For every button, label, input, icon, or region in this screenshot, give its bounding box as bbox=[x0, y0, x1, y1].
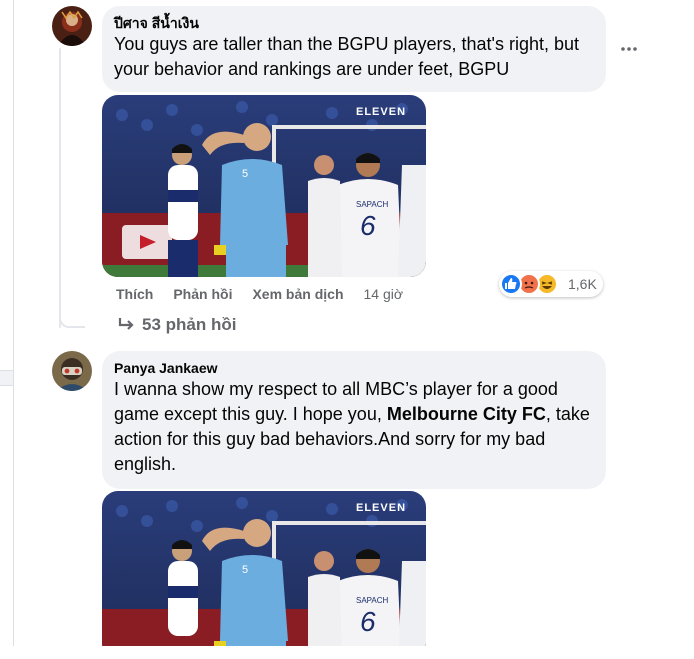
player-number: 5 bbox=[242, 168, 248, 180]
reply-arrow-icon bbox=[118, 318, 134, 330]
avatar[interactable] bbox=[52, 351, 92, 391]
like-icon bbox=[500, 273, 522, 295]
reaction-summary[interactable]: 1,6K bbox=[499, 271, 603, 297]
thread-connector bbox=[59, 300, 85, 328]
view-replies-button[interactable]: 53 phản hồi bbox=[118, 315, 236, 335]
comment-bubble: ปีศาจ สีน้ำเงิน You guys are taller than… bbox=[102, 6, 606, 92]
jersey-name: SAPACH bbox=[356, 200, 389, 209]
comment-image[interactable]: 5 SAPACH 6 ELEVEN bbox=[102, 491, 426, 659]
thread-line bbox=[59, 48, 61, 328]
replies-count-label: 53 phản hồi bbox=[142, 315, 237, 334]
football-photo: 5 SAPACH 6 ELEVEN bbox=[102, 491, 426, 659]
jersey-name: SAPACH bbox=[356, 596, 389, 605]
left-rail-divider bbox=[0, 370, 13, 386]
comment-author[interactable]: Panya Jankaew bbox=[114, 359, 594, 377]
tv-watermark: ELEVEN bbox=[356, 106, 406, 118]
avatar-image bbox=[52, 6, 92, 46]
translate-button[interactable]: Xem bản dịch bbox=[252, 286, 343, 302]
comment-bubble: Panya Jankaew I wanna show my respect to… bbox=[102, 351, 606, 489]
comment-image[interactable]: 5 SAPACH 6 ELEVEN bbox=[102, 95, 426, 277]
like-button[interactable]: Thích bbox=[116, 286, 153, 302]
more-options-icon[interactable] bbox=[620, 40, 638, 58]
comment-text: You guys are taller than the BGPU player… bbox=[114, 34, 580, 79]
comment-actions: Thích Phản hồi Xem bản dịch 14 giờ bbox=[116, 286, 423, 302]
tv-watermark: ELEVEN bbox=[356, 502, 406, 514]
comment-author[interactable]: ปีศาจ สีน้ำเงิน bbox=[114, 14, 594, 32]
player-number: 5 bbox=[242, 564, 248, 576]
avatar-image bbox=[52, 351, 92, 391]
jersey-number: 6 bbox=[360, 606, 376, 637]
bottom-edge bbox=[13, 646, 694, 659]
comment-timestamp[interactable]: 14 giờ bbox=[364, 286, 404, 302]
page-mention-link[interactable]: Melbourne City FC bbox=[387, 404, 546, 424]
jersey-number: 6 bbox=[360, 210, 376, 241]
avatar[interactable] bbox=[52, 6, 92, 46]
comment-text: I wanna show my respect to all MBC’s pla… bbox=[114, 377, 594, 477]
reply-button[interactable]: Phản hồi bbox=[173, 286, 232, 302]
football-photo: 5 SAPACH 6 ELEVEN bbox=[102, 95, 426, 277]
left-rail bbox=[0, 0, 13, 659]
reaction-count: 1,6K bbox=[568, 276, 597, 292]
